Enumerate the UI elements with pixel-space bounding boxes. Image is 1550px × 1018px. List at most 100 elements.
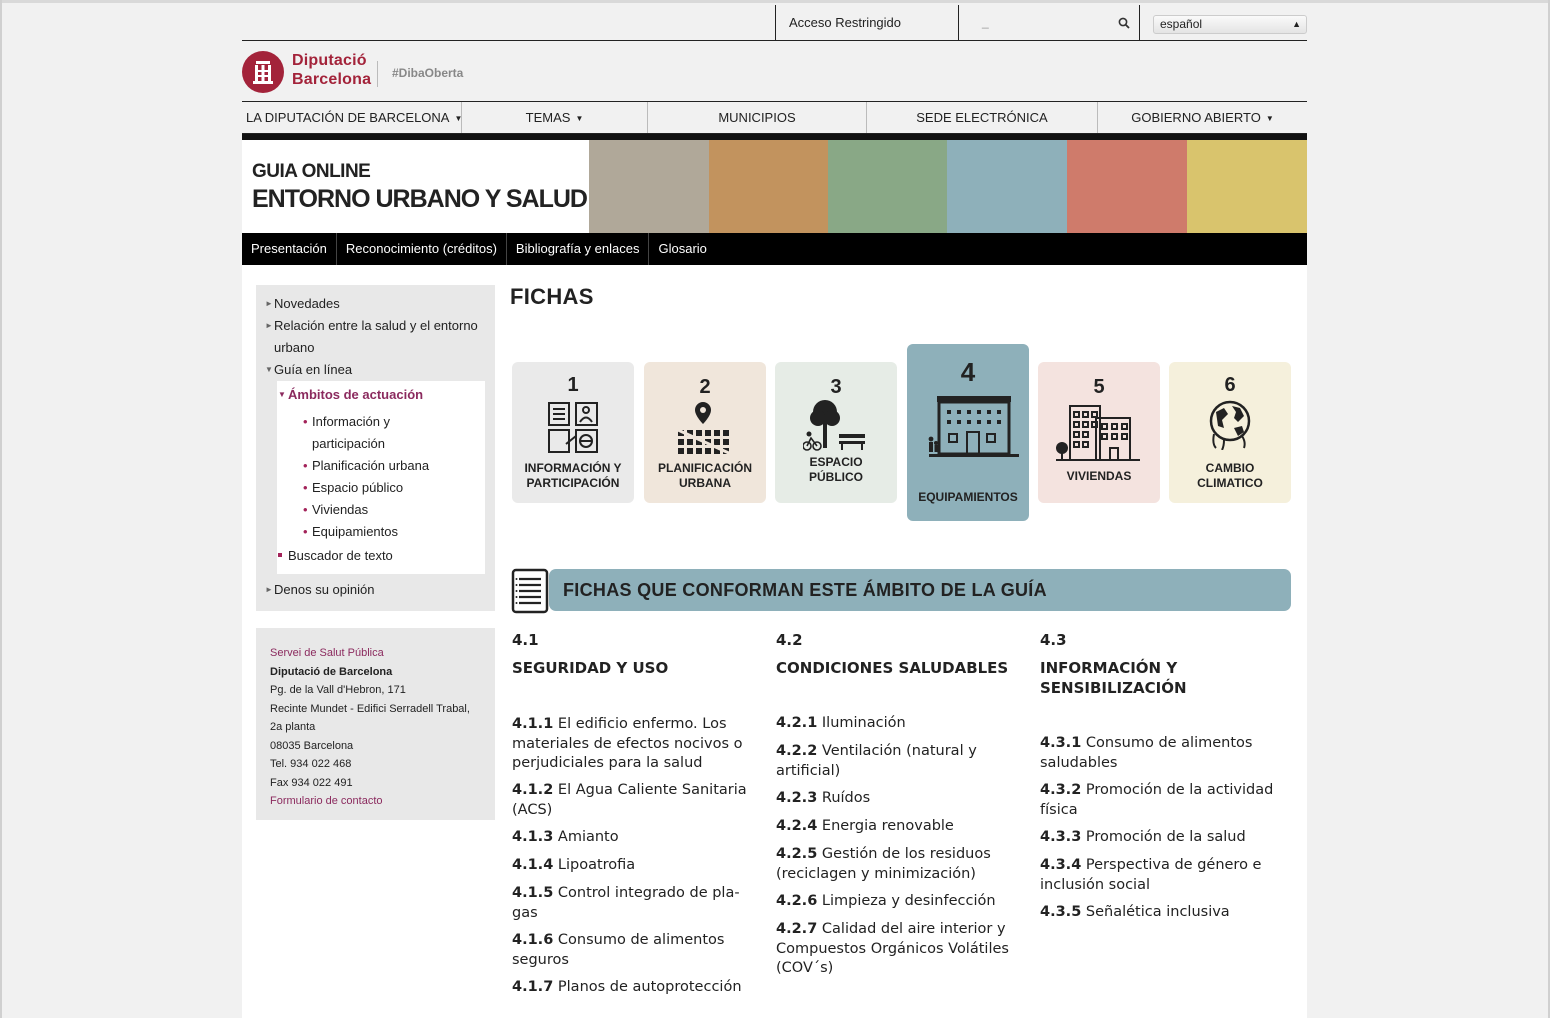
ficha-link-4-1-1[interactable]: 4.1.1 El edificio enfermo. Los materiales… (512, 715, 757, 774)
search-icon[interactable] (1118, 16, 1130, 34)
ficha-link-4-1-2[interactable]: 4.1.2 El Agua Caliente Sanitaria (ACS) (512, 781, 757, 820)
restricted-access-link[interactable]: Acceso Restringido (776, 5, 958, 40)
sidebar-item-espacio[interactable]: • Espacio público (303, 477, 403, 499)
sidebar-item-informacion[interactable]: • Información y (303, 411, 390, 433)
column-heading-line: SENSIBILIZACIÓN (1040, 678, 1187, 697)
nav-label: LA DIPUTACIÓN DE BARCELONA (246, 110, 450, 125)
column-code-text: 4.3 (1040, 631, 1067, 649)
search-box[interactable]: _ (960, 5, 1138, 40)
ficha-link-4-3-5[interactable]: 4.3.5 Señalética inclusiva (1040, 903, 1285, 923)
ficha-title: (COV´s) (776, 960, 834, 976)
sidebar-item-viviendas[interactable]: • Viviendas (303, 499, 368, 521)
ficha-card-3[interactable]: 3 ESPACIO PÚBLICO (775, 362, 897, 503)
subnav-presentacion[interactable]: Presentación (242, 233, 337, 265)
sidebar-item-relacion-cont[interactable]: urbano (274, 337, 314, 359)
sidebar-item-planificacion[interactable]: • Planificación urbana (303, 455, 430, 477)
ficha-title: Ventilación (natural y (821, 743, 977, 759)
bullet-icon: • (303, 414, 308, 429)
card-label: PÚBLICO (809, 470, 863, 484)
sidebar-item-relacion[interactable]: ► Relación entre la salud y el entorno (265, 315, 478, 337)
ficha-title: Planos de autoprotección (557, 979, 742, 995)
column-heading: INFORMACIÓN Y SENSIBILIZACIÓN (1040, 659, 1285, 698)
column-code: 4.1 (512, 631, 757, 652)
ficha-title: Ruídos (821, 790, 871, 806)
chevron-down-icon: ▼ (265, 365, 273, 374)
language-select[interactable]: español ▲ (1153, 15, 1307, 34)
caret-down-icon: ▼ (1265, 114, 1274, 124)
ficha-card-5[interactable]: 5 VIVIENDAS (1038, 362, 1160, 503)
address-line: Recinte Mundet - Edifici Serradell Traba… (270, 702, 470, 715)
brand-hashtag: #DibaOberta (392, 66, 464, 80)
ficha-link-4-1-7[interactable]: 4.1.7 Planos de autoprotección (512, 978, 757, 998)
nav-item-diputacion[interactable]: LA DIPUTACIÓN DE BARCELONA ▼ (242, 102, 462, 133)
fax-line: Fax 934 022 491 (270, 776, 353, 789)
ficha-code: 4.3.3 (1040, 829, 1082, 845)
sidebar-item-label: Novedades (274, 296, 340, 311)
subnav-bibliografia[interactable]: Bibliografía y enlaces (507, 233, 650, 265)
ficha-title: perjudiciales para la salud (512, 755, 703, 771)
search-input[interactable]: _ (982, 15, 989, 29)
ficha-link-4-2-5[interactable]: 4.2.5 Gestión de los residuos (reciclagen… (776, 845, 1021, 884)
sidebar-item-equipamientos[interactable]: • Equipamientos (303, 521, 398, 543)
brand-name-line1: Diputació (292, 52, 367, 69)
nav-item-municipios[interactable]: MUNICIPIOS (648, 102, 867, 133)
ficha-link-4-2-1[interactable]: 4.2.1 Iluminación (776, 714, 1021, 734)
card-label: VIVIENDAS (1066, 469, 1132, 483)
sidebar-item-participacion[interactable]: participación (312, 433, 385, 455)
ficha-link-4-1-6[interactable]: 4.1.6 Consumo de alimentos seguros (512, 931, 757, 970)
nav-item-temas[interactable]: TEMAS ▼ (462, 102, 648, 133)
ficha-code: 4.1.5 (512, 885, 554, 901)
nav-item-sede-electronica[interactable]: SEDE ELECTRÓNICA (867, 102, 1098, 133)
ficha-title: Limpieza y desinfección (821, 893, 996, 909)
ficha-link-4-3-1[interactable]: 4.3.1 Consumo de alimentos saludables (1040, 734, 1285, 773)
ficha-code: 4.2.5 (776, 846, 818, 862)
contact-form-link[interactable]: Formulario de contacto (270, 792, 495, 811)
ficha-link-4-2-6[interactable]: 4.2.6 Limpieza y desinfección (776, 892, 1021, 912)
ficha-link-4-3-4[interactable]: 4.3.4 Perspectiva de género e inclusión s… (1040, 856, 1285, 895)
ficha-link-4-2-2[interactable]: 4.2.2 Ventilación (natural y artificial) (776, 742, 1021, 781)
phone-line: Tel. 934 022 468 (270, 758, 352, 770)
card-number: 5 (1093, 376, 1105, 398)
sidebar-item-buscador[interactable]: Buscador de texto (288, 545, 393, 567)
ficha-link-4-1-5[interactable]: 4.1.5 Control integrado de pla-gas (512, 884, 757, 923)
sidebar-item-guia[interactable]: ▼ Guía en línea (265, 359, 352, 381)
ficha-title: Calidad del aire interior y (821, 921, 1006, 937)
address-line: 2a planta (270, 721, 316, 733)
ficha-link-4-2-3[interactable]: 4.2.3 Ruídos (776, 789, 1021, 809)
chevron-down-icon: ▼ (278, 390, 286, 399)
public-facilities-icon (928, 396, 1019, 457)
caret-down-icon: ▼ (575, 114, 584, 124)
sidebar-item-ambitos[interactable]: ▼ Ámbitos de actuación (278, 384, 423, 406)
ficha-code: 4.3.5 (1040, 904, 1082, 920)
column-heading-line: INFORMACIÓN Y (1040, 659, 1178, 677)
subnav-reconocimiento[interactable]: Reconocimiento (créditos) (337, 233, 507, 265)
sidebar-item-opinion[interactable]: ► Denos su opinión (265, 579, 375, 601)
ficha-link-4-3-2[interactable]: 4.3.2 Promoción de la actividad física (1040, 781, 1285, 820)
ficha-link-4-1-3[interactable]: 4.1.3 Amianto (512, 828, 757, 848)
nav-item-gobierno-abierto[interactable]: GOBIERNO ABIERTO ▼ (1098, 102, 1307, 133)
sidebar-item-label: Denos su opinión (274, 582, 375, 597)
card-number: 1 (567, 374, 579, 396)
ficha-title: Consumo de alimentos (1085, 735, 1253, 751)
column-code-text: 4.1 (512, 631, 539, 649)
window-frame-left (0, 0, 2, 1018)
ficha-code: 4.2.3 (776, 790, 818, 806)
sidebar-item-label: Planificación urbana (312, 458, 430, 473)
color-swatch (709, 140, 828, 233)
ficha-card-4-active[interactable]: 4 EQUIPAMIENTOS (907, 344, 1029, 521)
subnav-glosario[interactable]: Glosario (649, 233, 715, 265)
column-heading: SEGURIDAD Y USO (512, 659, 669, 677)
ficha-card-6[interactable]: 6 CAMBIO CLIMATICO (1169, 362, 1291, 503)
sidebar-item-label: Equipamientos (312, 524, 398, 539)
sidebar-item-novedades[interactable]: ► Novedades (265, 293, 340, 315)
ficha-link-4-2-7[interactable]: 4.2.7 Calidad del aire interior y Compues… (776, 920, 1021, 979)
select-arrows-icon: ▲ (1292, 19, 1301, 29)
ficha-card-1[interactable]: 1 INFORMACIÓN Y PARTICIPACIÓN (512, 362, 634, 503)
banner-subtitle: GUIA ONLINE (252, 161, 371, 182)
ficha-link-4-3-3[interactable]: 4.3.3 Promoción de la salud (1040, 828, 1285, 848)
ficha-link-4-1-4[interactable]: 4.1.4 Lipoatrofia (512, 856, 757, 876)
ficha-link-4-2-4[interactable]: 4.2.4 Energia renovable (776, 817, 1021, 837)
ficha-card-2[interactable]: 2 PLANIFICACIÓN URBANA (644, 362, 766, 503)
site-logo[interactable]: Diputació Barcelona #DibaOberta (242, 51, 542, 93)
ficha-title: Energia renovable (821, 818, 954, 834)
